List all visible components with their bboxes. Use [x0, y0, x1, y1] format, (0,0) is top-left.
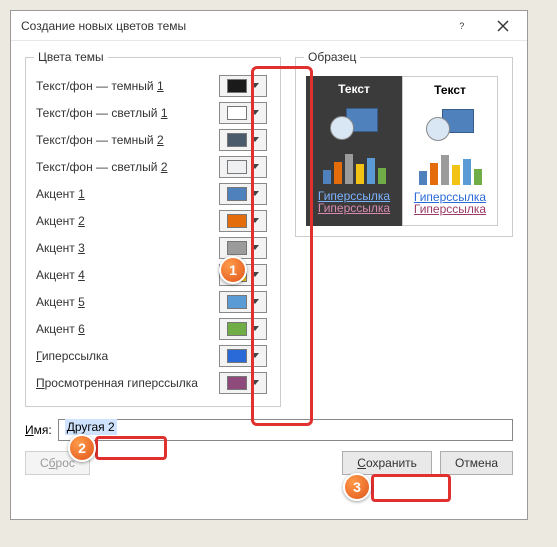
close-button[interactable] [483, 13, 523, 39]
bar-icon [441, 155, 449, 185]
color-row: Текст/фон — светлый 1 [36, 99, 270, 126]
bars-preview-light-icon [419, 149, 482, 185]
cancel-button[interactable]: Отмена [440, 451, 513, 475]
dialog-content: Цвета темы Текст/фон — темный 1 Текст/фон… [11, 41, 527, 483]
color-label: Акцент 3 [36, 241, 216, 255]
chevron-down-icon [251, 380, 259, 385]
color-row: Акцент 5 [36, 288, 270, 315]
color-picker[interactable] [219, 102, 267, 124]
color-label: Просмотренная гиперссылка [36, 376, 216, 390]
bar-icon [334, 162, 342, 184]
color-label: Текст/фон — светлый 1 [36, 106, 216, 120]
name-label: Имя: [25, 423, 52, 437]
color-row: Акцент 4 [36, 261, 270, 288]
bar-icon [367, 158, 375, 184]
svg-text:?: ? [459, 21, 464, 31]
color-label: Гиперссылка [36, 349, 216, 363]
sample-visited-dark: Гиперссылка [318, 202, 390, 214]
bar-icon [452, 165, 460, 185]
color-label: Акцент 4 [36, 268, 216, 282]
color-swatch-icon [227, 295, 247, 309]
color-picker[interactable] [219, 372, 267, 394]
color-label: Текст/фон — светлый 2 [36, 160, 216, 174]
name-input[interactable]: Другая 2 [58, 419, 513, 441]
color-row: Текст/фон — темный 2 [36, 126, 270, 153]
chevron-down-icon [251, 299, 259, 304]
color-swatch-icon [227, 106, 247, 120]
color-label: Текст/фон — темный 1 [36, 79, 216, 93]
save-button[interactable]: Сохранить [342, 451, 432, 475]
color-picker[interactable] [219, 210, 267, 232]
color-label: Акцент 5 [36, 295, 216, 309]
sample-light-pane: Текст Гиперссылка Гиперссылка [402, 76, 498, 226]
color-swatch-icon [227, 349, 247, 363]
bar-icon [430, 163, 438, 185]
color-picker[interactable] [219, 264, 267, 286]
color-picker[interactable] [219, 237, 267, 259]
chevron-down-icon [251, 353, 259, 358]
shape-preview-icon [420, 103, 480, 141]
chevron-down-icon [251, 245, 259, 250]
color-swatch-icon [227, 322, 247, 336]
bar-icon [378, 168, 386, 184]
color-swatch-icon [227, 133, 247, 147]
chevron-down-icon [251, 191, 259, 196]
color-picker[interactable] [219, 345, 267, 367]
color-row: Просмотренная гиперссылка [36, 369, 270, 396]
name-row: Имя: Другая 2 [25, 419, 513, 441]
color-picker[interactable] [219, 129, 267, 151]
sample-legend: Образец [304, 50, 360, 64]
sample-text-dark: Текст [338, 82, 370, 96]
create-theme-colors-dialog: Создание новых цветов темы ? Цвета темы … [10, 10, 528, 520]
color-picker[interactable] [219, 291, 267, 313]
chevron-down-icon [251, 326, 259, 331]
color-swatch-icon [227, 268, 247, 282]
color-row: Гиперссылка [36, 342, 270, 369]
titlebar: Создание новых цветов темы ? [11, 11, 527, 41]
chevron-down-icon [251, 164, 259, 169]
reset-button[interactable]: Сброс [25, 451, 90, 475]
color-row: Текст/фон — светлый 2 [36, 153, 270, 180]
color-label: Акцент 6 [36, 322, 216, 336]
chevron-down-icon [251, 137, 259, 142]
bar-icon [356, 164, 364, 184]
color-label: Текст/фон — темный 2 [36, 133, 216, 147]
color-row: Акцент 6 [36, 315, 270, 342]
color-swatch-icon [227, 241, 247, 255]
bars-preview-dark-icon [323, 148, 386, 184]
bar-icon [463, 159, 471, 185]
color-picker[interactable] [219, 75, 267, 97]
bar-icon [474, 169, 482, 185]
chevron-down-icon [251, 272, 259, 277]
bar-icon [419, 171, 427, 185]
color-row: Акцент 1 [36, 180, 270, 207]
color-swatch-icon [227, 160, 247, 174]
color-picker[interactable] [219, 183, 267, 205]
color-swatch-icon [227, 187, 247, 201]
theme-colors-group: Цвета темы Текст/фон — темный 1Текст/фон… [25, 57, 281, 407]
shape-preview-icon [324, 102, 384, 140]
sample-visited-light: Гиперссылка [414, 203, 486, 215]
chevron-down-icon [251, 83, 259, 88]
color-label: Акцент 2 [36, 214, 216, 228]
color-swatch-icon [227, 79, 247, 93]
color-swatch-icon [227, 376, 247, 390]
color-label: Акцент 1 [36, 187, 216, 201]
bar-icon [345, 154, 353, 184]
color-picker[interactable] [219, 318, 267, 340]
color-swatch-icon [227, 214, 247, 228]
color-row: Акцент 2 [36, 207, 270, 234]
sample-dark-pane: Текст Гиперссылка Гиперссылка [306, 76, 402, 226]
chevron-down-icon [251, 218, 259, 223]
bar-icon [323, 170, 331, 184]
color-picker[interactable] [219, 156, 267, 178]
theme-colors-legend: Цвета темы [34, 50, 108, 64]
help-button[interactable]: ? [443, 13, 483, 39]
color-row: Текст/фон — темный 1 [36, 72, 270, 99]
chevron-down-icon [251, 110, 259, 115]
dialog-title: Создание новых цветов темы [21, 19, 443, 33]
sample-text-light: Текст [434, 83, 466, 97]
color-row: Акцент 3 [36, 234, 270, 261]
sample-group: Образец Текст Гиперссылка Гиперссылка Те… [295, 57, 513, 237]
